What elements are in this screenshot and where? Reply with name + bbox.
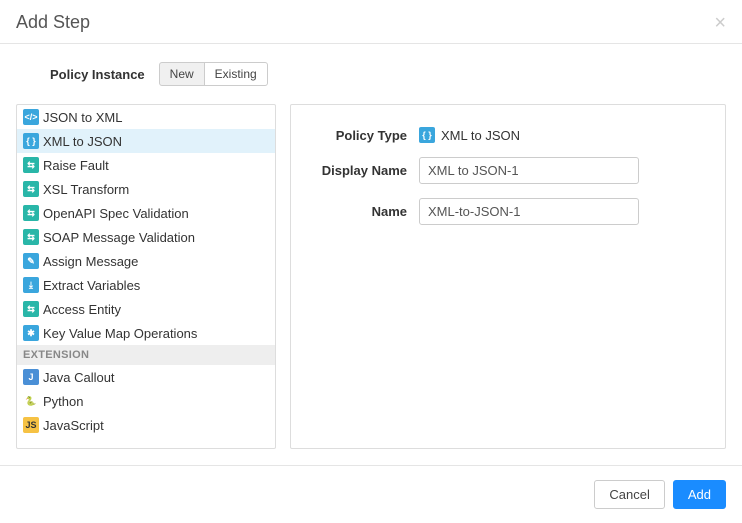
form-row-display-name: Display Name xyxy=(309,157,707,184)
policy-item-label: XSL Transform xyxy=(43,182,129,197)
policy-item-label: Raise Fault xyxy=(43,158,109,173)
policy-icon: ⤓ xyxy=(23,277,39,293)
policy-instance-row: Policy Instance New Existing xyxy=(0,44,742,104)
policy-item[interactable]: { } XML to JSON xyxy=(17,129,275,153)
policy-item[interactable]: 🐍 Python xyxy=(17,389,275,413)
policy-icon: { } xyxy=(23,133,39,149)
policy-type-label: Policy Type xyxy=(309,128,419,143)
policy-type-value: XML to JSON xyxy=(441,128,520,143)
policy-item-label: OpenAPI Spec Validation xyxy=(43,206,189,221)
policy-item-label: JavaScript xyxy=(43,418,104,433)
policy-item[interactable]: ⇆ Raise Fault xyxy=(17,153,275,177)
policy-icon: 🐍 xyxy=(23,393,39,409)
policy-item-label: Access Entity xyxy=(43,302,121,317)
policy-item-label: XML to JSON xyxy=(43,134,122,149)
policy-icon: </> xyxy=(23,109,39,125)
modal-title: Add Step xyxy=(16,12,90,33)
modal-footer: Cancel Add xyxy=(0,465,742,523)
policy-item-label: Assign Message xyxy=(43,254,138,269)
category-header-extension: EXTENSION xyxy=(17,345,275,365)
policy-item[interactable]: ✱ Key Value Map Operations xyxy=(17,321,275,345)
policy-item[interactable]: J Java Callout xyxy=(17,365,275,389)
policy-icon: ⇆ xyxy=(23,181,39,197)
policy-icon: ⇆ xyxy=(23,229,39,245)
policy-icon: ⇆ xyxy=(23,301,39,317)
display-name-input[interactable] xyxy=(419,157,639,184)
content-area: </> JSON to XML { } XML to JSON ⇆ Raise Fault… xyxy=(0,104,742,449)
add-button[interactable]: Add xyxy=(673,480,726,509)
policy-icon: J xyxy=(23,369,39,385)
policy-item[interactable]: ⤓ Extract Variables xyxy=(17,273,275,297)
policy-item[interactable]: JS JavaScript xyxy=(17,413,275,437)
policy-item-label: Extract Variables xyxy=(43,278,140,293)
display-name-label: Display Name xyxy=(309,163,419,178)
policy-item[interactable]: ⇆ XSL Transform xyxy=(17,177,275,201)
policy-item[interactable]: ✎ Assign Message xyxy=(17,249,275,273)
policy-list-panel[interactable]: </> JSON to XML { } XML to JSON ⇆ Raise Fault… xyxy=(16,104,276,449)
name-label: Name xyxy=(309,204,419,219)
policy-form-panel: Policy Type { } XML to JSON Display Name… xyxy=(290,104,726,449)
policy-icon: ✱ xyxy=(23,325,39,341)
policy-icon: JS xyxy=(23,417,39,433)
policy-icon: ⇆ xyxy=(23,205,39,221)
policy-item-label: JSON to XML xyxy=(43,110,122,125)
instance-existing-button[interactable]: Existing xyxy=(204,62,268,86)
policy-instance-label: Policy Instance xyxy=(50,67,145,82)
name-input[interactable] xyxy=(419,198,639,225)
policy-icon: ✎ xyxy=(23,253,39,269)
policy-icon: ⇆ xyxy=(23,157,39,173)
cancel-button[interactable]: Cancel xyxy=(594,480,664,509)
policy-type-icon: { } xyxy=(419,127,435,143)
instance-new-button[interactable]: New xyxy=(159,62,205,86)
form-row-name: Name xyxy=(309,198,707,225)
close-icon[interactable]: × xyxy=(714,13,726,33)
policy-item-label: Key Value Map Operations xyxy=(43,326,197,341)
policy-item[interactable]: ⇆ OpenAPI Spec Validation xyxy=(17,201,275,225)
policy-item-label: SOAP Message Validation xyxy=(43,230,195,245)
policy-item[interactable]: ⇆ Access Entity xyxy=(17,297,275,321)
policy-item-label: Java Callout xyxy=(43,370,115,385)
policy-item-label: Python xyxy=(43,394,83,409)
form-row-policy-type: Policy Type { } XML to JSON xyxy=(309,127,707,143)
instance-toggle-group: New Existing xyxy=(159,62,268,86)
policy-item[interactable]: ⇆ SOAP Message Validation xyxy=(17,225,275,249)
policy-type-value-wrap: { } XML to JSON xyxy=(419,127,520,143)
modal-header: Add Step × xyxy=(0,0,742,44)
policy-item[interactable]: </> JSON to XML xyxy=(17,105,275,129)
